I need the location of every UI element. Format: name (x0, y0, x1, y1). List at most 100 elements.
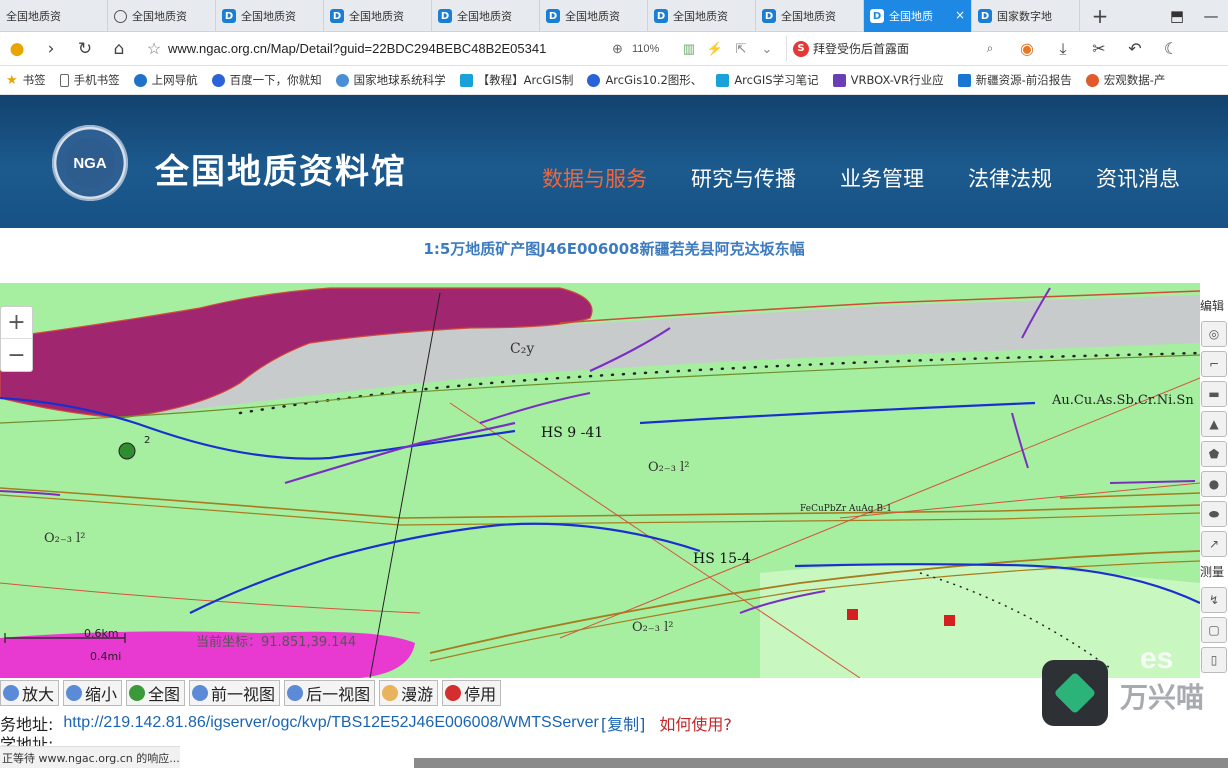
globe-icon (114, 9, 127, 23)
map-canvas[interactable]: C₂y HS 9 -41 HS 15-4 O₂₋₃ l² O₂₋₃ l² O₂₋… (0, 283, 1200, 678)
map-tool-button[interactable]: 漫游 (379, 680, 439, 706)
browser-tab[interactable]: D 全国地质资 (540, 0, 648, 32)
map-tool-label: 全图 (148, 685, 181, 704)
gamepad-icon[interactable]: ◉ (1009, 39, 1045, 58)
bili-icon (459, 73, 473, 87)
polyline-tool-icon[interactable]: ⌐ (1201, 351, 1227, 377)
search-input[interactable]: 拜登受伤后首露面 (813, 40, 979, 57)
tab-favicon-icon: D (546, 9, 560, 23)
nga-logo[interactable]: NGA (52, 125, 128, 201)
measure-clear-icon[interactable]: ▯ (1201, 647, 1227, 673)
bookmark-label: 手机书签 (73, 73, 120, 87)
bookmark-item[interactable]: 国家地球系统科学 (330, 72, 454, 88)
point-tool-icon[interactable]: ◎ (1201, 321, 1227, 347)
polygon-tool-icon[interactable]: ⬟ (1201, 441, 1227, 467)
hand-icon (382, 685, 399, 701)
search-engine-icon[interactable]: S (793, 40, 809, 57)
tab-bar: 全国地质资 全国地质资 D 全国地质资 D 全国地质资 D 全国地质资 D 全国地质资 D 全国地质资… (0, 0, 1228, 32)
map-tool-button[interactable]: 缩小 (63, 680, 123, 706)
globe-icon (129, 685, 146, 701)
map-tool-button[interactable]: 后一视图 (284, 680, 376, 706)
shirt-icon[interactable]: ⬒ (1160, 7, 1194, 25)
service-url[interactable]: http://219.142.81.86/igserver/ogc/kvp/TB… (63, 714, 598, 732)
nav-item[interactable]: 法律法规 (968, 163, 1052, 193)
zoom-level[interactable]: 110% (632, 43, 676, 55)
map-toolbar: 放大 缩小 全图 前一视图 后一视图 漫游 停用 (0, 678, 505, 708)
map-tool-button[interactable]: 全图 (126, 680, 186, 706)
close-tab-icon[interactable]: × (955, 8, 965, 22)
back-icon[interactable]: ● (0, 32, 34, 66)
status-bar: 正等待 www.ngac.org.cn 的响应... (0, 746, 180, 768)
zoom-out-button[interactable]: − (1, 339, 32, 371)
browser-tab[interactable]: D 国家数字地 (972, 0, 1080, 32)
bookmark-label: 新疆资源-前沿报告 (975, 73, 1072, 87)
browser-tab[interactable]: 全国地质资 (0, 0, 108, 32)
rectangle-tool-icon[interactable]: ▬ (1201, 381, 1227, 407)
address-bar[interactable]: ☆ www.ngac.org.cn/Map/Detail?guid=22BDC2… (140, 36, 780, 62)
tab-favicon-icon: D (438, 9, 452, 23)
new-tab-button[interactable]: + (1080, 0, 1120, 32)
bookmark-item[interactable]: 百度一下，你就知 (206, 72, 330, 88)
geologic-map[interactable]: C₂y HS 9 -41 HS 15-4 O₂₋₃ l² O₂₋₃ l² O₂₋… (0, 283, 1200, 678)
scissors-icon[interactable]: ✂ (1081, 39, 1117, 58)
lightning-icon[interactable]: ⚡ (702, 41, 728, 57)
site-header: NGA 全国地质资料馆 数据与服务 研究与传播 业务管理 法律法规 资讯消息 (0, 95, 1228, 228)
home-icon[interactable]: ⌂ (102, 32, 136, 66)
search-box[interactable]: S 拜登受伤后首露面 ⌕ (786, 35, 1001, 62)
reload-icon[interactable]: ↻ (68, 32, 102, 66)
moon-icon[interactable]: ☾ (1153, 39, 1189, 58)
zoom-in-button[interactable]: + (1, 307, 32, 339)
site-title[interactable]: 全国地质资料馆 (155, 144, 407, 193)
zoom-magnifier-icon[interactable]: ⊕ (612, 41, 632, 57)
browser-tab[interactable]: D 全国地质 × (864, 0, 972, 32)
share-icon[interactable]: ⇱ (728, 41, 754, 57)
bookmark-item[interactable]: 宏观数据-产 (1080, 72, 1174, 88)
measure-distance-icon[interactable]: ↯ (1201, 587, 1227, 613)
nav-item[interactable]: 资讯消息 (1096, 163, 1180, 193)
circle-tool-icon[interactable]: ● (1201, 471, 1227, 497)
browser-tab[interactable]: D 全国地质资 (216, 0, 324, 32)
bookmark-item[interactable]: 手机书签 (54, 72, 128, 88)
measure-area-icon[interactable]: ▢ (1201, 617, 1227, 643)
bookmark-label: 国家地球系统科学 (353, 73, 446, 87)
clear-tool-icon[interactable]: ↗ (1201, 531, 1227, 557)
browser-tab[interactable]: 全国地质资 (108, 0, 216, 32)
triangle-tool-icon[interactable]: ▲ (1201, 411, 1227, 437)
bookmark-item[interactable]: 【教程】ArcGIS制 (454, 72, 582, 88)
how-to-use-link[interactable]: 如何使用? (659, 711, 732, 735)
bookmark-item[interactable]: 上网导航 (128, 72, 206, 88)
browser-tab[interactable]: D 全国地质资 (756, 0, 864, 32)
undo-icon[interactable]: ↶ (1117, 39, 1153, 58)
map-tool-button[interactable]: 放大 (0, 680, 60, 706)
bookmark-item[interactable]: 新疆资源-前沿报告 (952, 72, 1080, 88)
label-c2y: C₂y (510, 341, 534, 357)
search-icon[interactable]: ⌕ (979, 41, 1001, 56)
browser-tab[interactable]: D 全国地质资 (432, 0, 540, 32)
map-tool-button[interactable]: 停用 (442, 680, 502, 706)
browser-tab[interactable]: D 全国地质资 (324, 0, 432, 32)
chevron-down-icon[interactable]: ⌄ (754, 41, 780, 57)
copy-link[interactable]: [复制] (601, 711, 646, 735)
ellipse-tool-icon[interactable]: ⬬ (1201, 501, 1227, 527)
browser-tab[interactable]: D 全国地质资 (648, 0, 756, 32)
nav-item[interactable]: 数据与服务 (542, 163, 647, 193)
minimize-icon[interactable]: — (1194, 7, 1228, 25)
nav-item[interactable]: 研究与传播 (691, 163, 796, 193)
favorite-star-icon[interactable]: ☆ (140, 39, 168, 59)
esri-logo: es (1140, 642, 1173, 675)
bookmark-item[interactable]: ArcGis10.2图形、 (581, 72, 710, 88)
reader-icon[interactable]: ▥ (676, 41, 702, 57)
bookmark-label: VRBOX-VR行业应 (850, 73, 944, 87)
star-icon: ★ (6, 72, 18, 88)
nav-item[interactable]: 业务管理 (840, 163, 924, 193)
bookmark-item[interactable]: ArcGIS学习笔记 (710, 72, 826, 88)
download-icon[interactable]: ⤓ (1045, 39, 1081, 59)
zoom-out-icon (66, 685, 83, 701)
map-tool-button[interactable]: 前一视图 (189, 680, 281, 706)
forward-icon[interactable]: › (34, 32, 68, 66)
url-text[interactable]: www.ngac.org.cn/Map/Detail?guid=22BDC294… (168, 41, 612, 56)
doc-icon (957, 73, 971, 87)
bookmark-item[interactable]: ★ 书签 (0, 72, 54, 88)
bookmark-item[interactable]: VRBOX-VR行业应 (827, 72, 952, 88)
label-o23-b: O₂₋₃ l² (44, 531, 85, 546)
